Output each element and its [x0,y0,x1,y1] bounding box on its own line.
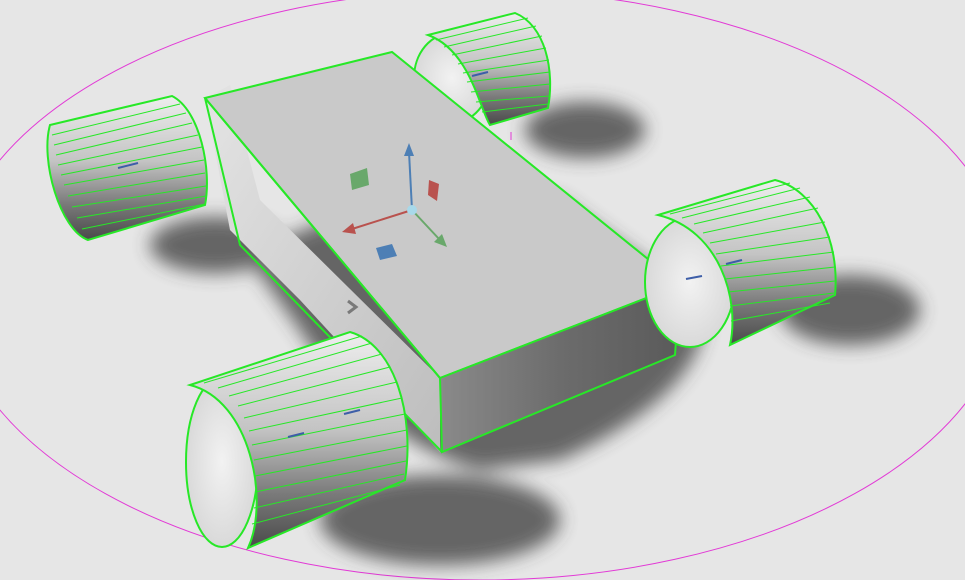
wheel-back-left[interactable] [46,94,208,242]
scene-canvas[interactable] [0,0,965,580]
gizmo-center-handle[interactable] [407,205,417,215]
3d-viewport[interactable] [0,0,965,580]
